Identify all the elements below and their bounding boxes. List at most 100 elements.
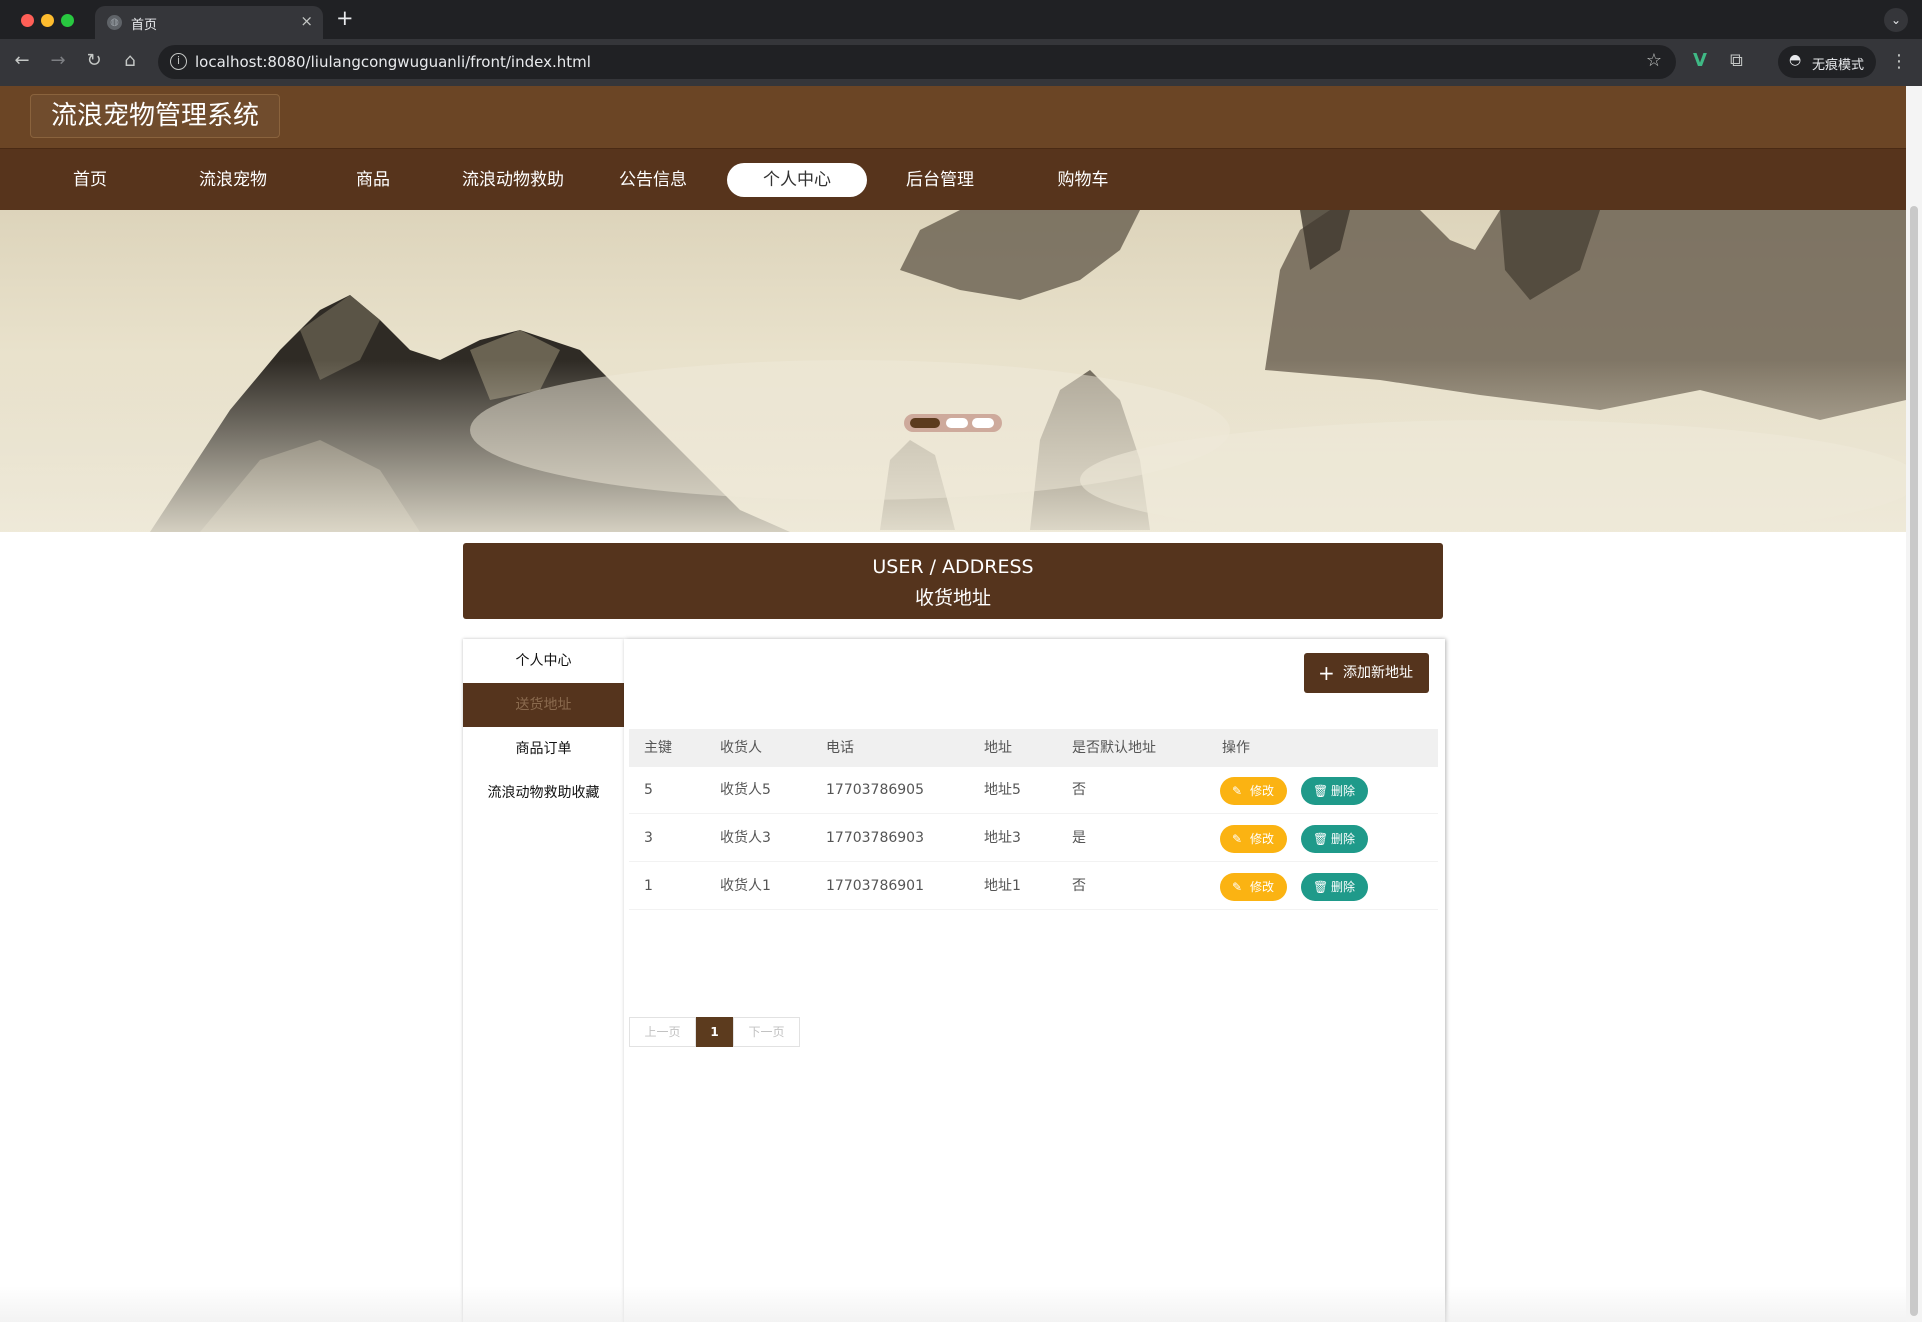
nav-item-stray-pets[interactable]: 流浪宠物 <box>163 163 303 197</box>
prev-page-button[interactable]: 上一页 <box>629 1017 696 1047</box>
edit-button[interactable]: ✎ 修改 <box>1220 825 1287 853</box>
cell-default: 否 <box>1072 878 1086 894</box>
trash-icon: 🗑 <box>1313 832 1329 846</box>
add-address-button[interactable]: + 添加新地址 <box>1304 653 1429 693</box>
column-actions: 操作 <box>1222 740 1250 756</box>
delete-label: 删除 <box>1331 832 1356 846</box>
delete-label: 删除 <box>1331 880 1356 894</box>
scroll-thumb[interactable] <box>1910 206 1918 1316</box>
new-tab-button[interactable]: + <box>336 6 354 30</box>
browser-tab-bar: ◍ 首页 × + ⌄ <box>0 0 1922 39</box>
vue-devtools-icon[interactable]: V <box>1693 50 1707 71</box>
carousel-dot-1[interactable] <box>910 418 940 428</box>
carousel-dot-2[interactable] <box>946 418 968 428</box>
plus-icon: + <box>1318 661 1335 685</box>
table-row: 5 收货人5 17703786905 地址5 否 ✎ 修改 🗑 删除 <box>629 767 1438 814</box>
cell-id: 1 <box>644 878 653 894</box>
cell-phone: 17703786903 <box>826 830 924 846</box>
banner-carousel[interactable] <box>0 210 1906 532</box>
extensions-icon[interactable]: ⧉ <box>1730 50 1743 71</box>
cell-id: 5 <box>644 782 653 798</box>
trash-icon: 🗑 <box>1313 784 1329 798</box>
cell-default: 是 <box>1072 830 1086 846</box>
page: 流浪宠物管理系统 首页 流浪宠物 商品 流浪动物救助 公告信息 个人中心 后台管… <box>0 86 1906 1322</box>
nav-item-products[interactable]: 商品 <box>303 163 443 197</box>
cell-recipient: 收货人5 <box>720 782 771 798</box>
cell-recipient: 收货人3 <box>720 830 771 846</box>
table-row: 1 收货人1 17703786901 地址1 否 ✎ 修改 🗑 删除 <box>629 863 1438 910</box>
user-sidebar: 个人中心 送货地址 商品订单 流浪动物救助收藏 <box>463 639 624 1322</box>
section-title: USER / ADDRESS 收货地址 <box>463 543 1443 619</box>
column-phone: 电话 <box>826 740 854 756</box>
pencil-icon: ✎ <box>1232 832 1243 846</box>
tab-search-icon[interactable]: ⌄ <box>1884 8 1908 32</box>
banner-landscape-image <box>0 210 1906 532</box>
table-row: 3 收货人3 17703786903 地址3 是 ✎ 修改 🗑 删除 <box>629 815 1438 862</box>
sidebar-item-rescue-favorites[interactable]: 流浪动物救助收藏 <box>463 771 624 815</box>
column-address: 地址 <box>984 740 1012 756</box>
maximize-window-button[interactable] <box>61 14 74 27</box>
column-id: 主键 <box>644 740 672 756</box>
home-icon[interactable]: ⌂ <box>118 50 142 71</box>
forward-icon[interactable]: → <box>46 50 70 71</box>
trash-icon: 🗑 <box>1313 880 1329 894</box>
table-header: 主键 收货人 电话 地址 是否默认地址 操作 <box>629 729 1438 767</box>
cell-id: 3 <box>644 830 653 846</box>
carousel-dot-3[interactable] <box>972 418 994 428</box>
nav-item-home[interactable]: 首页 <box>20 163 160 197</box>
add-address-label: 添加新地址 <box>1343 665 1413 681</box>
back-icon[interactable]: ← <box>10 50 34 71</box>
page-bottom-shadow <box>0 1286 1906 1322</box>
edit-label: 修改 <box>1250 880 1275 894</box>
cell-address: 地址5 <box>984 782 1021 798</box>
cell-default: 否 <box>1072 782 1086 798</box>
nav-item-admin[interactable]: 后台管理 <box>870 163 1010 197</box>
url-text[interactable]: localhost:8080/liulangcongwuguanli/front… <box>195 53 591 71</box>
delete-button[interactable]: 🗑 删除 <box>1301 873 1368 901</box>
sidebar-item-personal-center[interactable]: 个人中心 <box>463 639 624 683</box>
star-icon[interactable]: ☆ <box>1646 50 1662 71</box>
column-recipient: 收货人 <box>720 740 762 756</box>
address-bar[interactable]: i localhost:8080/liulangcongwuguanli/fro… <box>158 45 1676 79</box>
site-header: 流浪宠物管理系统 <box>0 86 1906 148</box>
incognito-badge[interactable]: ◓ 无痕模式 <box>1778 46 1876 78</box>
menu-icon[interactable]: ⋮ <box>1890 51 1908 72</box>
next-page-button[interactable]: 下一页 <box>733 1017 800 1047</box>
delete-button[interactable]: 🗑 删除 <box>1301 777 1368 805</box>
browser-tab[interactable]: ◍ 首页 × <box>95 6 323 39</box>
reload-icon[interactable]: ↻ <box>82 50 106 71</box>
minimize-window-button[interactable] <box>41 14 54 27</box>
page-scrollbar[interactable] <box>1906 86 1922 1322</box>
column-default: 是否默认地址 <box>1072 740 1156 756</box>
address-panel: + 添加新地址 主键 收货人 电话 地址 是否默认地址 操作 5 收货人5 17… <box>624 639 1445 1322</box>
edit-button[interactable]: ✎ 修改 <box>1220 777 1287 805</box>
page-1-button[interactable]: 1 <box>696 1017 733 1047</box>
pencil-icon: ✎ <box>1232 784 1243 798</box>
incognito-label: 无痕模式 <box>1812 58 1865 73</box>
cell-phone: 17703786901 <box>826 878 924 894</box>
nav-item-cart[interactable]: 购物车 <box>1013 163 1153 197</box>
edit-button[interactable]: ✎ 修改 <box>1220 873 1287 901</box>
cell-address: 地址3 <box>984 830 1021 846</box>
delete-button[interactable]: 🗑 删除 <box>1301 825 1368 853</box>
site-brand[interactable]: 流浪宠物管理系统 <box>30 94 281 138</box>
pencil-icon: ✎ <box>1232 880 1243 894</box>
close-window-button[interactable] <box>21 14 34 27</box>
section-title-en: USER / ADDRESS <box>872 556 1034 578</box>
browser-toolbar: ← → ↻ ⌂ i localhost:8080/liulangcongwugu… <box>0 39 1922 86</box>
edit-label: 修改 <box>1250 784 1275 798</box>
nav-item-animal-rescue[interactable]: 流浪动物救助 <box>443 163 583 197</box>
sidebar-item-delivery-address[interactable]: 送货地址 <box>463 683 624 727</box>
edit-label: 修改 <box>1250 832 1275 846</box>
cell-address: 地址1 <box>984 878 1021 894</box>
globe-icon: ◍ <box>107 15 122 30</box>
nav-item-personal-center[interactable]: 个人中心 <box>727 163 867 197</box>
info-icon[interactable]: i <box>170 53 187 70</box>
tab-close-icon[interactable]: × <box>300 12 313 30</box>
incognito-icon: ◓ <box>1789 52 1802 68</box>
main-nav: 首页 流浪宠物 商品 流浪动物救助 公告信息 个人中心 后台管理 购物车 <box>0 148 1906 210</box>
nav-item-announcements[interactable]: 公告信息 <box>583 163 723 197</box>
sidebar-item-orders[interactable]: 商品订单 <box>463 727 624 771</box>
cell-recipient: 收货人1 <box>720 878 771 894</box>
cell-phone: 17703786905 <box>826 782 924 798</box>
